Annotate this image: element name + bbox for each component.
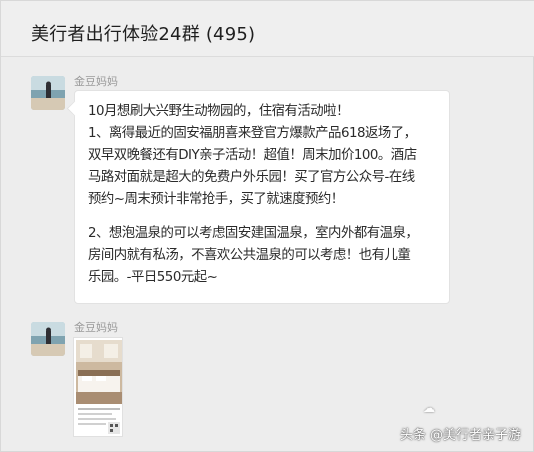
sender-avatar[interactable] (31, 322, 65, 356)
message-line: 乐园。-平日550元起~ (88, 270, 218, 285)
message-bubble[interactable]: 10月想刷大兴野生动物园的，住宿有活动啦！ 1、离得最近的固安福朋喜来登官方爆款… (74, 90, 450, 304)
message-line: 马路对面就是超大的免费户外乐园！买了官方公众号-在线 (88, 170, 415, 185)
hotel-room-image-icon (74, 338, 122, 436)
shared-image-card[interactable] (73, 337, 123, 437)
sender-avatar[interactable] (31, 76, 65, 110)
message-line: 2、想泡温泉的可以考虑固安建国温泉，室内外都有温泉， (88, 226, 419, 241)
chat-title: 美行者出行体验24群 (495) (31, 24, 256, 45)
message-line: 10月想刷大兴野生动物园的，住宿有活动啦！ (88, 104, 349, 119)
message-line: 1、离得最近的固安福朋喜来登官方爆款产品618返场了， (88, 126, 417, 141)
message-line: 房间内就有私汤，不喜欢公共温泉的可以考虑！也有儿童 (88, 248, 411, 263)
message-line: 双早双晚餐还有DIY亲子活动！超值！周末加价100。酒店 (88, 148, 417, 163)
chat-header: 美行者出行体验24群 (495) (1, 1, 534, 57)
user-avatar-icon (31, 322, 65, 356)
sender-name: 金豆妈妈 (74, 321, 118, 334)
chat-window: 美行者出行体验24群 (495) 金豆妈妈 10月想刷大兴野生动物园的，住宿有活… (0, 0, 534, 452)
sender-name: 金豆妈妈 (74, 75, 118, 88)
user-avatar-icon (31, 76, 65, 110)
message-line: 预约~周末预计非常抢手，买了就速度预约！ (88, 192, 344, 207)
watermark-text: 头条 @美行者亲子游 (399, 428, 521, 443)
watermark-logo-icon: ☁ (423, 401, 435, 415)
